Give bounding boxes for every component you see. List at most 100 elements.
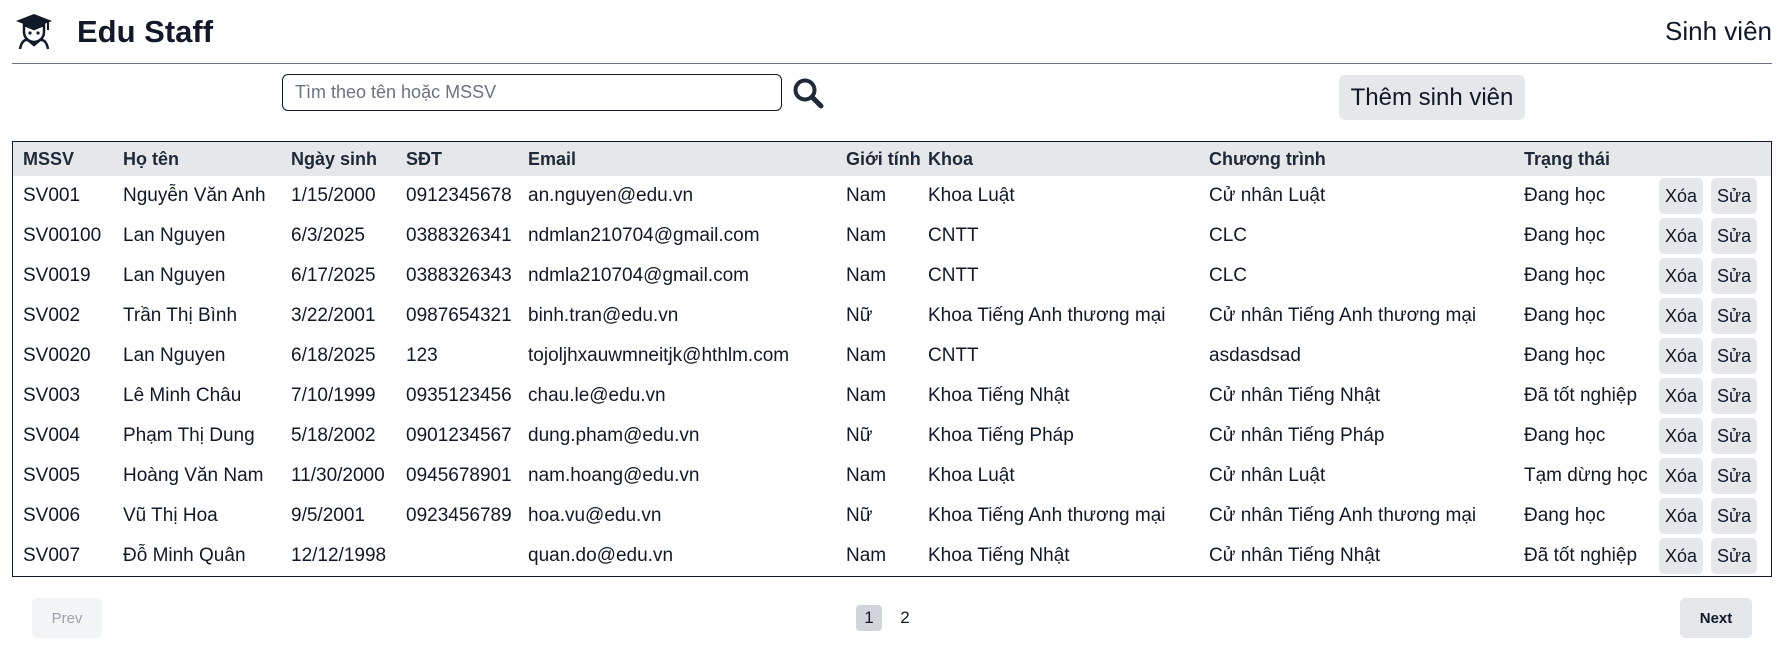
email-cell: hoa.vu@edu.vn [528,505,662,526]
column-header-actions [1659,142,1771,176]
search-input[interactable] [282,74,782,111]
row-actions: Xóa Sửa [1659,296,1771,336]
edit-button[interactable]: Sửa [1711,338,1758,374]
edit-button[interactable]: Sửa [1711,418,1758,454]
name-cell: Lan Nguyen [123,345,226,366]
status-cell: Đang học [1524,425,1606,446]
program-cell: CLC [1209,225,1248,246]
row-actions: Xóa Sửa [1659,256,1771,296]
status-cell: Đang học [1524,185,1606,206]
delete-button[interactable]: Xóa [1659,218,1704,254]
status-cell: Tạm dừng học [1524,465,1648,486]
phone-cell: 0987654321 [406,305,512,326]
column-header: Khoa [928,148,973,169]
delete-button[interactable]: Xóa [1659,338,1704,374]
prev-page-button[interactable]: Prev [32,598,102,638]
delete-button[interactable]: Xóa [1659,258,1704,294]
column-header: Ngày sinh [291,148,378,169]
status-cell: Đã tốt nghiệp [1524,545,1638,566]
delete-button[interactable]: Xóa [1659,298,1704,334]
phone-cell: 0388326341 [406,225,512,246]
add-student-button[interactable]: Thêm sinh viên [1339,75,1525,120]
student-id-cell: SV00100 [23,225,102,246]
birthdate-cell: 11/30/2000 [291,465,385,486]
program-cell: Cử nhân Luật [1209,465,1326,486]
delete-button[interactable]: Xóa [1659,378,1704,414]
table-row: SV0019 Lan Nguyen 6/17/2025 0388326343 ndmla… [13,256,1771,296]
name-cell: Vũ Thị Hoa [123,505,218,526]
edit-button[interactable]: Sửa [1711,178,1758,214]
edit-button[interactable]: Sửa [1711,298,1758,334]
edit-button[interactable]: Sửa [1711,538,1758,574]
column-header: Chương trình [1209,148,1326,169]
phone-cell: 0935123456 [406,385,512,406]
page-link[interactable]: 1 [856,605,882,631]
program-cell: Cử nhân Tiếng Pháp [1209,425,1385,446]
program-cell: Cử nhân Tiếng Nhật [1209,545,1381,566]
name-cell: Đỗ Minh Quân [123,545,246,566]
gender-cell: Nam [846,385,887,406]
student-id-cell: SV007 [23,545,81,566]
birthdate-cell: 6/3/2025 [291,225,365,246]
column-header: MSSV [23,148,75,169]
email-cell: an.nguyen@edu.vn [528,185,694,206]
next-page-button[interactable]: Next [1680,598,1752,638]
delete-button[interactable]: Xóa [1659,498,1704,534]
faculty-cell: Khoa Tiếng Nhật [928,545,1070,566]
delete-button[interactable]: Xóa [1659,538,1704,574]
table-row: SV002 Trần Thị Bình 3/22/2001 0987654321 bin… [13,296,1771,336]
email-cell: chau.le@edu.vn [528,385,666,406]
page-link[interactable]: 2 [892,605,918,631]
gender-cell: Nữ [846,425,873,446]
edit-button[interactable]: Sửa [1711,378,1758,414]
name-cell: Phạm Thị Dung [123,425,255,446]
status-cell: Đang học [1524,225,1606,246]
phone-cell: 0388326343 [406,265,512,286]
program-cell: Cử nhân Tiếng Anh thương mại [1209,505,1477,526]
table-row: SV00100 Lan Nguyen 6/3/2025 0388326341 ndmla… [13,216,1771,256]
birthdate-cell: 6/17/2025 [291,265,376,286]
row-actions: Xóa Sửa [1659,496,1771,536]
name-cell: Lan Nguyen [123,265,226,286]
status-cell: Đang học [1524,345,1606,366]
delete-button[interactable]: Xóa [1659,178,1704,214]
name-cell: Trần Thị Bình [123,305,238,326]
students-table: MSSV Họ tên Ngày sinh SĐT Email Giới tính Khoa… [12,141,1772,577]
edit-button[interactable]: Sửa [1711,458,1758,494]
row-actions: Xóa Sửa [1659,536,1771,576]
column-header: SĐT [406,148,442,169]
birthdate-cell: 9/5/2001 [291,505,365,526]
edit-button[interactable]: Sửa [1711,258,1758,294]
edit-button[interactable]: Sửa [1711,498,1758,534]
gender-cell: Nữ [846,305,873,326]
status-cell: Đang học [1524,265,1606,286]
phone-cell [396,536,518,576]
status-cell: Đã tốt nghiệp [1524,385,1638,406]
phone-cell: 0923456789 [406,505,512,526]
gender-cell: Nam [846,345,887,366]
gender-cell: Nam [846,185,887,206]
name-cell: Nguyễn Văn Anh [123,185,266,206]
program-cell: Cử nhân Luật [1209,185,1326,206]
graduate-student-icon [16,14,52,50]
row-actions: Xóa Sửa [1659,336,1771,376]
student-id-cell: SV0019 [23,265,91,286]
gender-cell: Nam [846,265,887,286]
edit-button[interactable]: Sửa [1711,218,1758,254]
delete-button[interactable]: Xóa [1659,458,1704,494]
gender-cell: Nam [846,465,887,486]
column-header: Giới tính [846,148,921,169]
search-button[interactable] [788,74,828,114]
program-cell: Cử nhân Tiếng Anh thương mại [1209,305,1477,326]
table-row: SV0020 Lan Nguyen 6/18/2025 123 tojoljhxauwm… [13,336,1771,376]
email-cell: ndmla210704@gmail.com [528,265,750,286]
student-id-cell: SV002 [23,305,81,326]
delete-button[interactable]: Xóa [1659,418,1704,454]
birthdate-cell: 1/15/2000 [291,185,376,206]
phone-cell: 0945678901 [406,465,512,486]
faculty-cell: Khoa Tiếng Anh thương mại [928,505,1166,526]
table-row: SV006 Vũ Thị Hoa 9/5/2001 0923456789 hoa.vu@… [13,496,1771,536]
email-cell: binh.tran@edu.vn [528,305,679,326]
phone-cell: 0901234567 [406,425,512,446]
column-header: Họ tên [123,148,179,169]
